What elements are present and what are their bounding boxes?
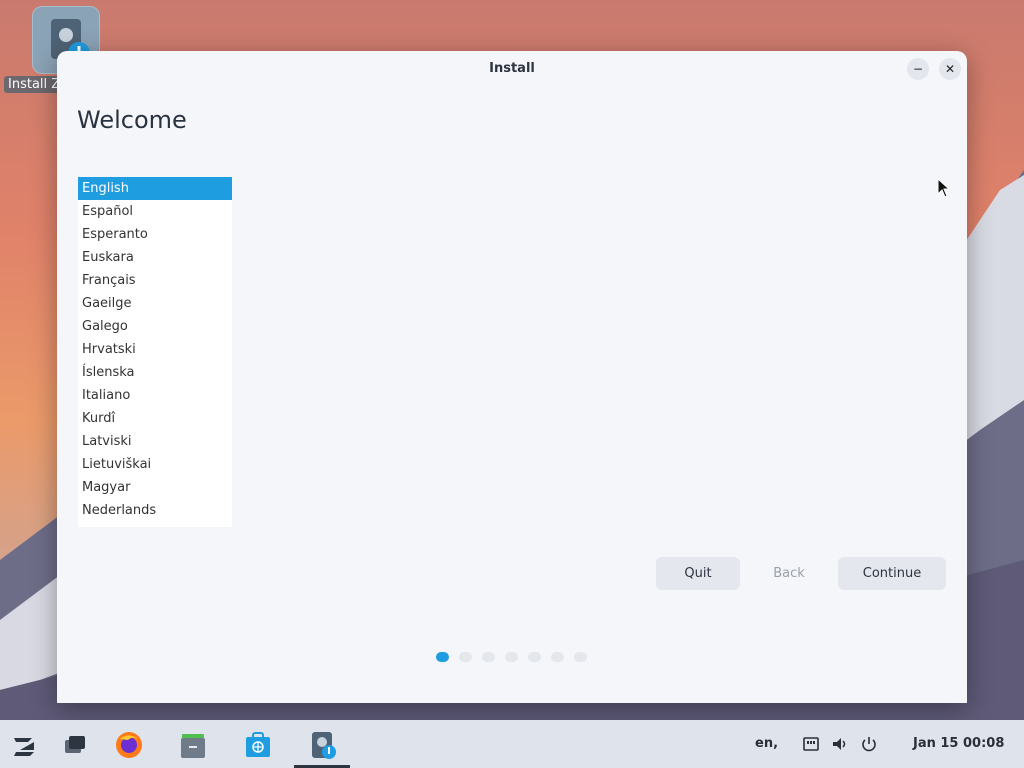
language-item[interactable]: Galego (78, 315, 232, 338)
language-list[interactable]: English Español Esperanto Euskara Français Ga… (78, 177, 232, 527)
language-item[interactable]: Íslenska (78, 361, 232, 384)
language-item[interactable]: Nederlands (78, 499, 232, 522)
page-title: Welcome (77, 106, 187, 134)
keyboard-layout-indicator[interactable]: en, (755, 736, 778, 751)
window-title: Install (489, 61, 535, 76)
language-item[interactable]: Magyar (78, 476, 232, 499)
language-item[interactable]: Latviski (78, 430, 232, 453)
power-icon[interactable] (860, 735, 878, 753)
installer-window: Install − ✕ Welcome English Español Espera… (57, 51, 967, 703)
progress-dot (574, 652, 587, 662)
progress-dot (505, 652, 518, 662)
language-item[interactable]: Lietuviškai (78, 453, 232, 476)
software-store-icon[interactable] (243, 730, 273, 760)
language-item[interactable]: English (78, 177, 232, 200)
workspace-switcher-icon[interactable] (60, 730, 90, 760)
progress-dot (482, 652, 495, 662)
progress-dot (551, 652, 564, 662)
back-button[interactable]: Back (752, 557, 826, 590)
install-icon-label: Install Z (4, 76, 65, 93)
language-item[interactable]: Français (78, 269, 232, 292)
close-icon: ✕ (944, 62, 956, 76)
language-item[interactable]: Euskara (78, 246, 232, 269)
zorin-menu-icon[interactable] (10, 730, 40, 760)
close-button[interactable]: ✕ (939, 58, 961, 80)
minimize-button[interactable]: − (907, 58, 929, 80)
firefox-icon[interactable] (114, 730, 144, 760)
continue-button[interactable]: Continue (838, 557, 946, 590)
language-item[interactable]: Italiano (78, 384, 232, 407)
network-icon[interactable] (802, 735, 820, 753)
quit-button[interactable]: Quit (656, 557, 740, 590)
files-icon[interactable] (178, 730, 208, 760)
volume-icon[interactable] (831, 735, 849, 753)
language-item[interactable]: Español (78, 200, 232, 223)
taskbar: en, Jan 15 00:08 (0, 720, 1024, 768)
language-item[interactable]: Esperanto (78, 223, 232, 246)
mouse-cursor-icon (937, 178, 951, 198)
clock[interactable]: Jan 15 00:08 (913, 736, 1004, 751)
language-item[interactable]: Hrvatski (78, 338, 232, 361)
progress-dot (528, 652, 541, 662)
minimize-icon: − (912, 62, 924, 76)
progress-dot (459, 652, 472, 662)
progress-dot (436, 652, 449, 662)
title-bar[interactable]: Install − ✕ (57, 51, 967, 87)
language-item[interactable]: Gaeilge (78, 292, 232, 315)
installer-taskbar-icon[interactable] (308, 730, 338, 760)
language-item[interactable]: Kurdî (78, 407, 232, 430)
progress-dots (436, 652, 587, 662)
